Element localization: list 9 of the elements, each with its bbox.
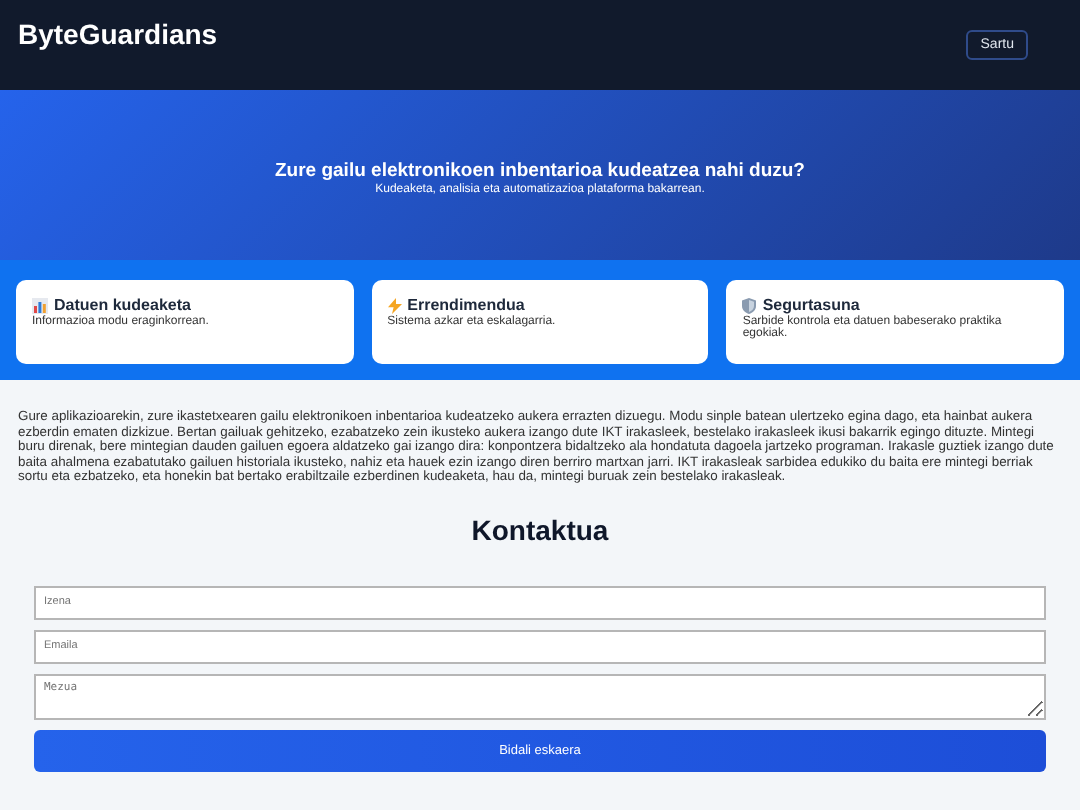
- lightning-icon: [387, 297, 402, 313]
- feature-title: Datuen kudeaketa: [54, 296, 191, 314]
- bar-chart-icon: [32, 297, 48, 313]
- shield-icon: [742, 297, 757, 313]
- feature-title: Errendimendua: [407, 296, 525, 314]
- hero-title: Zure gailu elektronikoen inbentarioa kudeatzea nahi duzu?: [275, 160, 805, 182]
- contact-title: Kontaktua: [469, 513, 611, 546]
- feature-title: Segurtasuna: [762, 296, 860, 314]
- logo: ByteGuardians: [18, 18, 218, 50]
